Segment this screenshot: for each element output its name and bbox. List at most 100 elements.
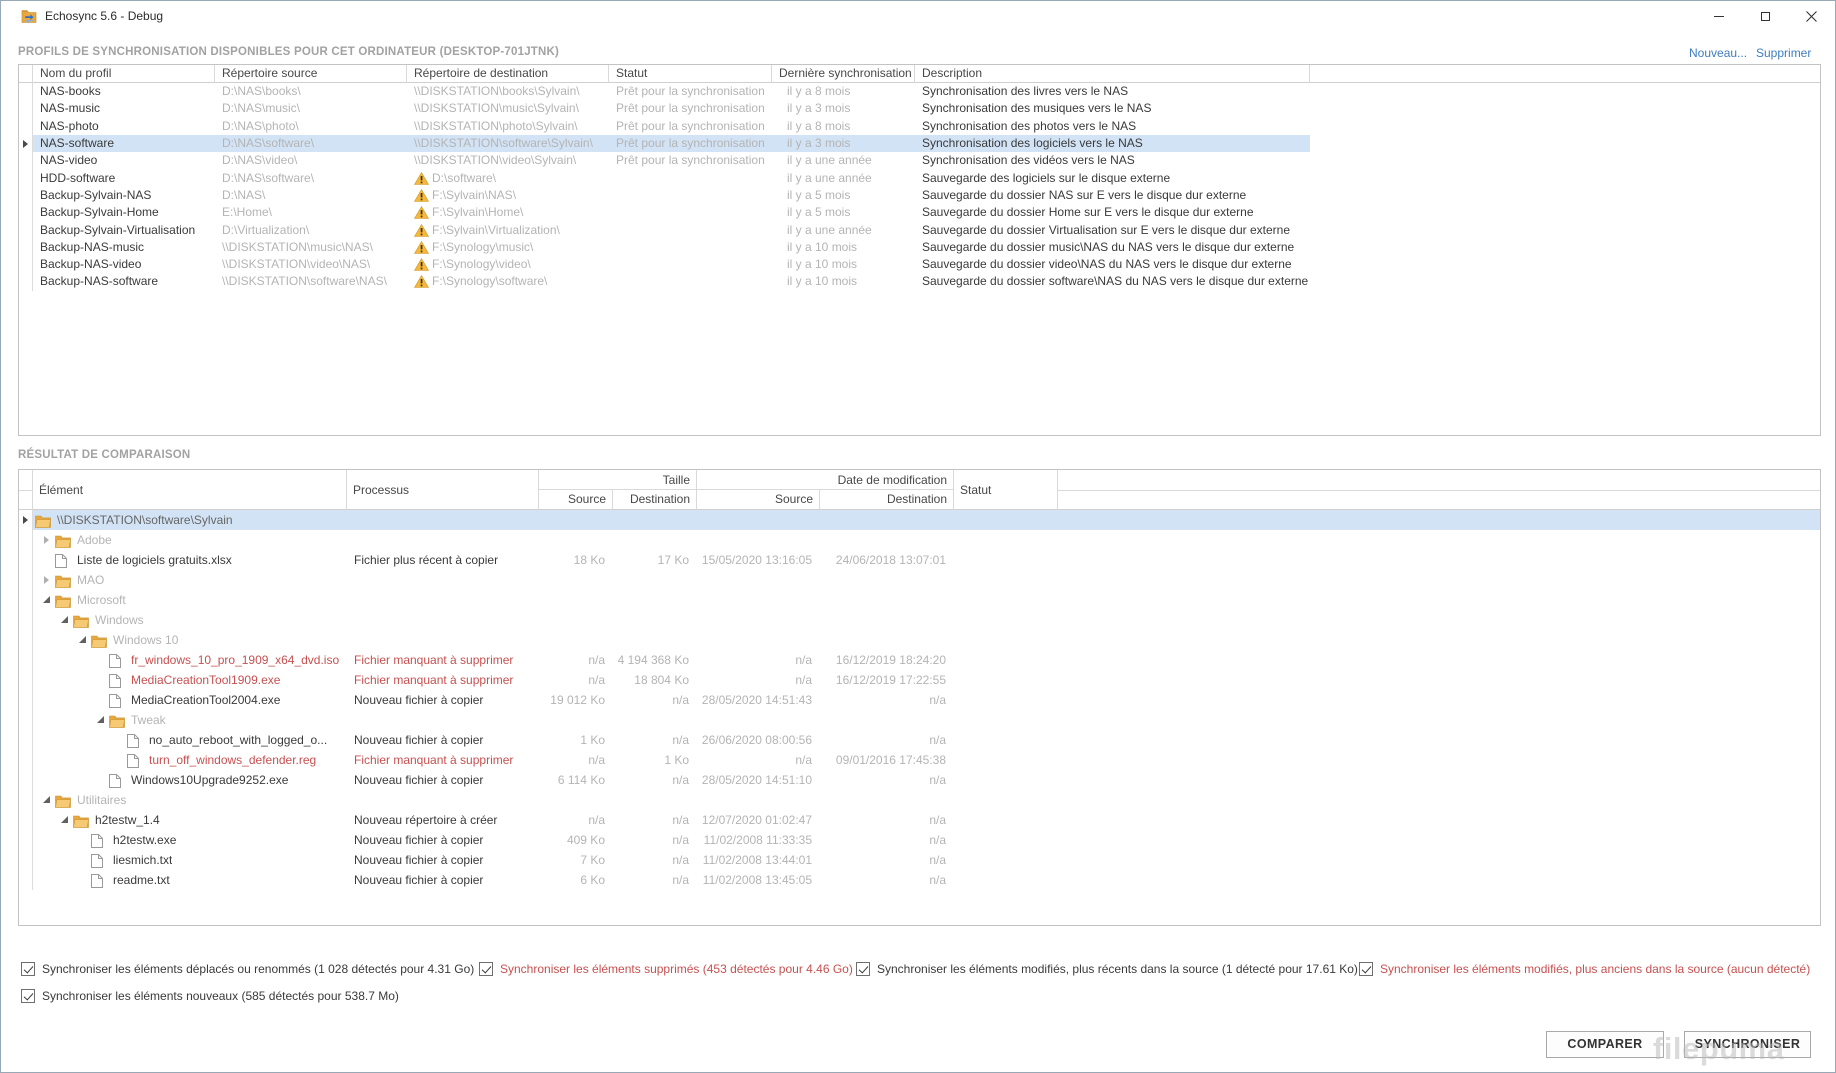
date-source-cell: 12/07/2020 01:02:47 — [697, 810, 820, 830]
checkbox-checked[interactable] — [21, 962, 35, 976]
profile-row[interactable]: NAS-photoD:\NAS\photo\\\DISKSTATION\phot… — [19, 118, 1820, 135]
col-header-profile-name[interactable]: Nom du profil — [33, 65, 215, 83]
tree-row[interactable]: h2testw_1.4Nouveau répertoire à créern/a… — [19, 810, 1820, 830]
profile-name-cell: NAS-photo — [33, 118, 215, 135]
tree-row[interactable]: MediaCreationTool1909.exeFichier manquan… — [19, 670, 1820, 690]
tree-row[interactable]: fr_windows_10_pro_1909_x64_dvd.isoFichie… — [19, 650, 1820, 670]
last-sync-cell: il y a 10 mois — [772, 256, 915, 273]
destination-dir-cell: \\DISKSTATION\photo\Sylvain\ — [407, 118, 609, 135]
tree-row-body: MediaCreationTool2004.exeNouveau fichier… — [33, 690, 1820, 710]
new-profile-link[interactable]: Nouveau... — [1689, 46, 1747, 60]
profile-row-body: NAS-musicD:\NAS\music\\\DISKSTATION\musi… — [33, 100, 1310, 117]
profile-row[interactable]: Backup-NAS-music\\DISKSTATION\music\NAS\… — [19, 239, 1820, 256]
date-source-cell: n/a — [697, 650, 820, 670]
size-dest-cell: 4 194 368 Ko — [613, 650, 697, 670]
tree-row[interactable]: Adobe — [19, 530, 1820, 550]
checkbox-checked[interactable] — [1359, 962, 1373, 976]
status-cell: Prêt pour la synchronisation — [609, 118, 772, 135]
expander-expanded-icon[interactable] — [58, 614, 73, 626]
description-cell: Sauvegarde des logiciels sur le disque e… — [915, 170, 1310, 187]
element-cell: Adobe — [33, 530, 347, 550]
size-source-cell: 409 Ko — [539, 830, 613, 850]
description-cell: Synchronisation des vidéos vers le NAS — [915, 152, 1310, 169]
checkbox-checked[interactable] — [21, 989, 35, 1003]
checkbox-checked[interactable] — [479, 962, 493, 976]
tree-row[interactable]: MAO — [19, 570, 1820, 590]
expander-expanded-icon[interactable] — [94, 714, 109, 726]
tree-row[interactable]: Windows — [19, 610, 1820, 630]
profile-row[interactable]: Backup-Sylvain-NASD:\NAS\F:\Sylvain\NAS\… — [19, 187, 1820, 204]
process-cell: Fichier manquant à supprimer — [347, 670, 539, 690]
col-header-status[interactable]: Statut — [609, 65, 772, 83]
description-cell: Sauvegarde du dossier music\NAS du NAS v… — [915, 239, 1310, 256]
process-cell: Fichier manquant à supprimer — [347, 750, 539, 770]
delete-profile-link[interactable]: Supprimer — [1756, 46, 1811, 60]
col-group-mod-date[interactable]: Date de modification — [697, 470, 954, 490]
date-source-cell: 15/05/2020 13:16:05 — [697, 550, 820, 570]
tree-row[interactable]: Utilitaires — [19, 790, 1820, 810]
col-header-statut[interactable]: Statut — [954, 470, 1058, 510]
tree-row[interactable]: Microsoft — [19, 590, 1820, 610]
destination-path-text: \\DISKSTATION\video\Sylvain\ — [414, 152, 576, 169]
size-dest-cell: n/a — [613, 870, 697, 890]
tree-row[interactable]: \\DISKSTATION\software\Sylvain — [19, 510, 1820, 530]
tree-row[interactable]: Tweak — [19, 710, 1820, 730]
tree-row[interactable]: liesmich.txtNouveau fichier à copier7 Ko… — [19, 850, 1820, 870]
tree-row[interactable]: no_auto_reboot_with_logged_o...Nouveau f… — [19, 730, 1820, 750]
expander-collapsed-icon[interactable] — [40, 574, 55, 586]
tree-row[interactable]: h2testw.exeNouveau fichier à copier409 K… — [19, 830, 1820, 850]
expander-collapsed-icon[interactable] — [40, 534, 55, 546]
profile-row[interactable]: NAS-booksD:\NAS\books\\\DISKSTATION\book… — [19, 83, 1820, 100]
tree-row[interactable]: MediaCreationTool2004.exeNouveau fichier… — [19, 690, 1820, 710]
row-header-cell — [19, 221, 33, 238]
synchronize-button[interactable]: SYNCHRONISER — [1684, 1031, 1811, 1058]
col-header-description[interactable]: Description — [915, 65, 1310, 83]
row-header-cell — [19, 273, 33, 290]
profile-name-cell: Backup-Sylvain-NAS — [33, 187, 215, 204]
profile-row[interactable]: HDD-softwareD:\NAS\software\D:\software\… — [19, 169, 1820, 186]
col-header-dest-dir[interactable]: Répertoire de destination — [407, 65, 609, 83]
source-dir-cell: \\DISKSTATION\video\NAS\ — [215, 256, 407, 273]
col-header-processus[interactable]: Processus — [347, 470, 539, 510]
profile-row[interactable]: Backup-NAS-video\\DISKSTATION\video\NAS\… — [19, 256, 1820, 273]
row-header-cell — [19, 118, 33, 135]
profile-row[interactable]: Backup-Sylvain-VirtualisationD:\Virtuali… — [19, 221, 1820, 238]
expander-expanded-icon[interactable] — [58, 814, 73, 826]
size-source-cell: 19 012 Ko — [539, 690, 613, 710]
tree-row[interactable]: Liste de logiciels gratuits.xlsxFichier … — [19, 550, 1820, 570]
element-cell: Windows 10 — [33, 630, 347, 650]
col-header-last-sync[interactable]: Dernière synchronisation — [772, 65, 915, 83]
element-cell: no_auto_reboot_with_logged_o... — [33, 730, 347, 750]
expander-expanded-icon[interactable] — [40, 594, 55, 606]
profile-row[interactable]: NAS-softwareD:\NAS\software\\\DISKSTATIO… — [19, 135, 1820, 152]
date-source-cell: 11/02/2008 11:33:35 — [697, 830, 820, 850]
col-header-size-dest[interactable]: Destination — [613, 490, 697, 510]
col-header-date-dest[interactable]: Destination — [820, 490, 954, 510]
date-source-cell: 11/02/2008 13:45:05 — [697, 870, 820, 890]
profile-row[interactable]: NAS-musicD:\NAS\music\\\DISKSTATION\musi… — [19, 100, 1820, 117]
row-header-cell — [19, 810, 33, 830]
col-group-size[interactable]: Taille — [539, 470, 697, 490]
maximize-button[interactable] — [1742, 1, 1788, 31]
tree-row-body: readme.txtNouveau fichier à copier6 Kon/… — [33, 870, 1820, 890]
col-header-date-source[interactable]: Source — [697, 490, 820, 510]
minimize-button[interactable] — [1696, 1, 1742, 31]
checkbox-checked[interactable] — [856, 962, 870, 976]
col-header-source-dir[interactable]: Répertoire source — [215, 65, 407, 83]
tree-row-body: Liste de logiciels gratuits.xlsxFichier … — [33, 550, 1820, 570]
expander-expanded-icon[interactable] — [40, 794, 55, 806]
tree-row[interactable]: turn_off_windows_defender.regFichier man… — [19, 750, 1820, 770]
description-cell: Sauvegarde du dossier software\NAS du NA… — [915, 273, 1310, 290]
tree-row[interactable]: readme.txtNouveau fichier à copier6 Kon/… — [19, 870, 1820, 890]
tree-row[interactable]: Windows 10 — [19, 630, 1820, 650]
col-header-element[interactable]: Élément — [33, 470, 347, 510]
profile-row[interactable]: NAS-videoD:\NAS\video\\\DISKSTATION\vide… — [19, 152, 1820, 169]
destination-path-text: \\DISKSTATION\books\Sylvain\ — [414, 83, 580, 100]
expander-expanded-icon[interactable] — [76, 634, 91, 646]
close-button[interactable] — [1788, 1, 1834, 31]
col-header-size-source[interactable]: Source — [539, 490, 613, 510]
profile-row[interactable]: Backup-NAS-software\\DISKSTATION\softwar… — [19, 273, 1820, 290]
compare-button[interactable]: COMPARER — [1546, 1031, 1664, 1058]
profile-row[interactable]: Backup-Sylvain-HomeE:\Home\F:\Sylvain\Ho… — [19, 204, 1820, 221]
tree-row[interactable]: Windows10Upgrade9252.exeNouveau fichier … — [19, 770, 1820, 790]
